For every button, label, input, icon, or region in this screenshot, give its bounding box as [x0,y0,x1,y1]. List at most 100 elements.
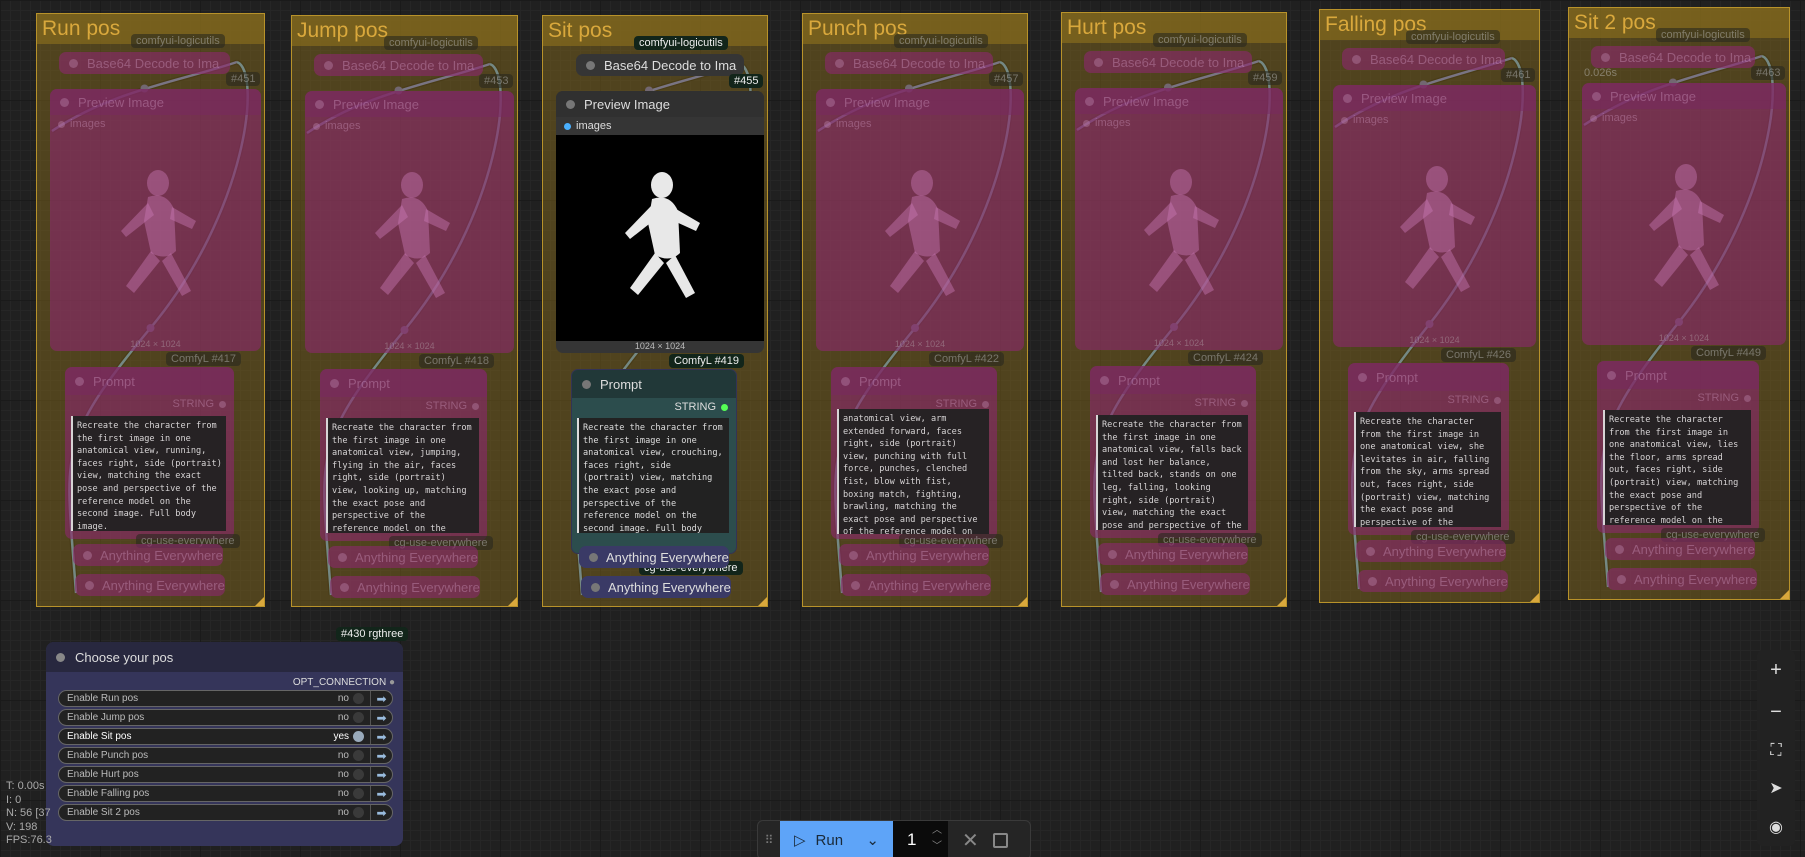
collapse-dot-icon[interactable] [324,60,333,70]
anything-everywhere-node[interactable]: Anything Everywhere [1605,538,1755,560]
toggle-switch[interactable] [353,750,364,761]
input-slot-icon[interactable] [1083,119,1090,127]
zoom-in-icon[interactable]: + [1770,659,1782,682]
prompt-textarea[interactable]: Recreate the character from the first im… [326,418,479,533]
preview-image-node[interactable]: Preview Image images 1024 × 1024 [305,91,514,353]
output-slot-icon[interactable] [982,400,989,408]
anything-everywhere-node[interactable]: Anything Everywhere [839,544,989,566]
toggle-row[interactable]: Enable Sit 2 pos no ➡ [58,804,393,821]
group-sit-2-pos[interactable]: Sit 2 pos comfyui-logicutils Base64 Deco… [1568,7,1790,600]
collapse-dot-icon[interactable] [1343,93,1352,103]
toggle-row[interactable]: Enable Jump pos no ➡ [58,709,393,726]
collapse-dot-icon[interactable] [60,97,69,107]
prompt-textarea[interactable]: Recreate the character from the first im… [1603,410,1751,525]
anything-everywhere-node[interactable]: Anything Everywhere [581,576,731,598]
input-slot-icon[interactable] [564,122,571,130]
toggle-row[interactable]: Enable Sit pos yes ➡ [58,728,393,745]
toggle-row[interactable]: Enable Punch pos no ➡ [58,747,393,764]
base64-decode-node[interactable]: Base64 Decode to Ima [1342,48,1505,70]
preview-image-node[interactable]: Preview Image images 1024 × 1024 [1333,85,1536,347]
collapse-dot-icon[interactable] [1085,96,1094,106]
collapse-dot-icon[interactable] [566,99,575,109]
arrow-right-icon[interactable]: ➡ [370,767,392,782]
collapse-dot-icon[interactable] [841,376,850,386]
resize-handle[interactable] [1277,597,1286,606]
output-slot-label[interactable]: OPT_CONNECTION ● [46,672,403,690]
prompt-textarea[interactable]: Recreate the character from the first im… [1354,412,1501,527]
base64-decode-node[interactable]: Base64 Decode to Ima [314,54,483,76]
collapse-dot-icon[interactable] [826,97,835,107]
run-button[interactable]: ▷ Run ⌄ [780,821,893,857]
output-slot-icon[interactable] [219,400,226,408]
base64-decode-node[interactable]: Base64 Decode to Ima [825,52,993,74]
collapse-dot-icon[interactable] [69,58,78,68]
toggle-switch[interactable] [353,731,364,742]
toggle-switch[interactable] [353,712,364,723]
output-slot-icon[interactable] [1744,394,1751,402]
group-hurt-pos[interactable]: Hurt pos comfyui-logicutils Base64 Decod… [1061,12,1287,607]
prompt-textarea[interactable]: anatomical view, arm extended forward, f… [837,409,989,534]
anything-everywhere-node[interactable]: Anything Everywhere [1356,540,1506,562]
group-punch-pos[interactable]: Punch pos comfyui-logicutils Base64 Deco… [802,13,1028,607]
preview-image-node[interactable]: Preview Image images 1024 × 1024 [816,89,1024,351]
arrow-right-icon[interactable]: ➡ [370,710,392,725]
anything-everywhere-node[interactable]: Anything Everywhere [1607,568,1757,590]
anything-everywhere-node[interactable]: Anything Everywhere [841,574,991,596]
anything-everywhere-node[interactable]: Anything Everywhere [330,576,480,598]
cancel-icon[interactable]: ✕ [962,828,979,853]
arrow-right-icon[interactable]: ➡ [370,805,392,820]
toggle-switch[interactable] [353,769,364,780]
output-slot-icon[interactable] [1241,399,1248,407]
anything-everywhere-node[interactable]: Anything Everywhere [579,546,729,568]
choose-pos-header[interactable]: Choose your pos [46,642,403,672]
collapse-dot-icon[interactable] [582,379,591,389]
input-slot-icon[interactable] [1590,114,1597,122]
group-falling-pos[interactable]: Falling pos comfyui-logicutils Base64 De… [1319,9,1540,603]
collapse-dot-icon[interactable] [1352,54,1361,64]
toggle-switch[interactable] [353,807,364,818]
fit-view-icon[interactable]: ⛶ [1770,742,1781,760]
base64-decode-node[interactable]: Base64 Decode to Ima [1084,51,1252,73]
prompt-textarea[interactable]: Recreate the character from the first im… [1096,415,1248,530]
base64-decode-node[interactable]: Base64 Decode to Ima [59,52,230,74]
resize-handle[interactable] [758,597,767,606]
output-slot-icon[interactable] [721,403,728,411]
collapse-dot-icon[interactable] [586,60,595,70]
group-run-pos[interactable]: Run pos comfyui-logicutils Base64 Decode… [36,13,265,607]
arrow-right-icon[interactable]: ➡ [370,691,392,706]
toggle-switch[interactable] [353,788,364,799]
output-slot-icon[interactable] [472,402,479,410]
arrow-right-icon[interactable]: ➡ [370,786,392,801]
collapse-dot-icon[interactable] [1100,375,1109,385]
output-slot-icon[interactable] [1494,396,1501,404]
collapse-dot-icon[interactable] [1592,91,1601,101]
eye-icon[interactable]: ◉ [1769,817,1783,837]
queue-count-input[interactable]: 1 ︿ ﹀ [893,821,948,857]
prompt-textarea[interactable]: Recreate the character from the first im… [71,416,226,531]
toggle-row[interactable]: Enable Run pos no ➡ [58,690,393,707]
anything-everywhere-node[interactable]: Anything Everywhere [1098,543,1248,565]
base64-decode-node[interactable]: Base64 Decode to Ima [576,54,744,76]
preview-image-node[interactable]: Preview Image images 1024 × 1024 [50,89,261,351]
resize-handle[interactable] [508,597,517,606]
collapse-dot-icon[interactable] [835,58,844,68]
drag-handle-icon[interactable]: ⠿ [758,833,780,847]
collapse-dot-icon[interactable] [1358,372,1367,382]
anything-everywhere-node[interactable]: Anything Everywhere [75,574,225,596]
input-slot-icon[interactable] [58,120,65,128]
resize-handle[interactable] [1530,593,1539,602]
anything-everywhere-node[interactable]: Anything Everywhere [1358,570,1508,592]
arrow-right-icon[interactable]: ➡ [370,748,392,763]
anything-everywhere-node[interactable]: Anything Everywhere [328,546,478,568]
toggle-row[interactable]: Enable Hurt pos no ➡ [58,766,393,783]
preview-image-node[interactable]: Preview Image images 1024 × 1024 [1075,88,1283,350]
input-slot-icon[interactable] [313,122,320,130]
navigate-icon[interactable]: ➤ [1769,778,1782,798]
group-sit-pos[interactable]: Sit pos comfyui-logicutils Base64 Decode… [542,15,768,607]
collapse-dot-icon[interactable] [75,376,84,386]
prompt-textarea[interactable]: Recreate the character from the first im… [577,418,729,533]
toggle-switch[interactable] [353,693,364,704]
input-slot-icon[interactable] [824,120,831,128]
collapse-dot-icon[interactable] [1601,52,1610,62]
chevron-down-icon[interactable]: ⌄ [866,831,879,849]
